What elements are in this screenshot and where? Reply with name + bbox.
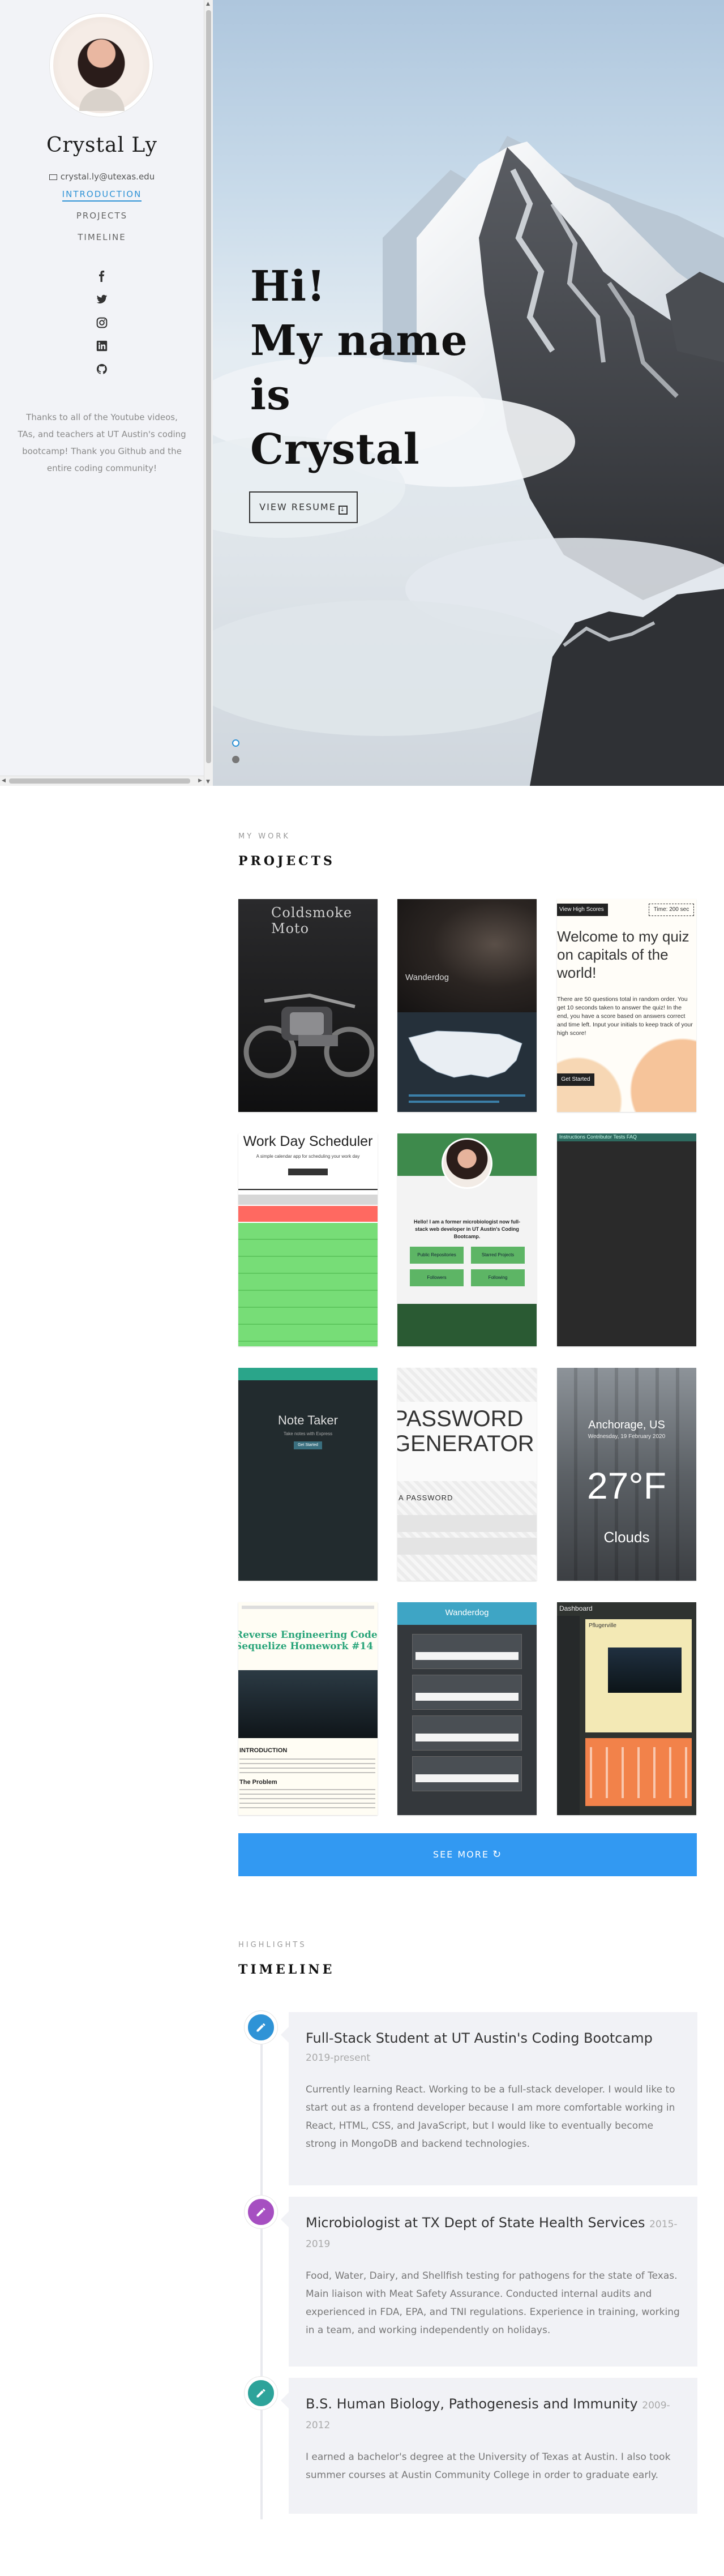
motorcycle-image [243, 993, 374, 1079]
us-map-image [408, 1030, 522, 1078]
thanks-text: Thanks to all of the Youtube videos, TAs… [18, 412, 186, 473]
project-card-wanderdog2[interactable]: Wanderdog [397, 1602, 537, 1815]
projects-title: PROJECTS [238, 854, 335, 868]
timeline-entry-title: Microbiologist at TX Dept of State Healt… [306, 2215, 678, 2250]
project-title: Work Day Scheduler [243, 1133, 373, 1149]
twitter-icon[interactable] [95, 294, 109, 307]
email-text: crystal.ly@utexas.edu [60, 172, 155, 182]
stat-box: Public Repositories [410, 1247, 464, 1264]
pencil-icon [245, 2196, 277, 2228]
nav-introduction[interactable]: INTRODUCTION [0, 189, 204, 202]
project-card-coldsmoke[interactable]: Coldsmoke Moto [238, 899, 378, 1112]
timeline-kicker: HIGHLIGHTS [238, 1941, 307, 1949]
timeline-entry-body: I earned a bachelor's degree at the Univ… [306, 2451, 671, 2481]
sidebar: Crystal Ly crystal.ly@utexas.edu INTRODU… [0, 0, 204, 786]
instagram-icon[interactable] [95, 317, 109, 331]
see-more-button[interactable]: SEE MORE ↻ [238, 1833, 697, 1876]
timeline-entry-body: Food, Water, Dairy, and Shellfish testin… [306, 2270, 680, 2336]
dark-tabs: Instructions Contributor Tests FAQ [559, 1134, 637, 1140]
project-card-profile[interactable]: Hello! I am a former microbiologist now … [397, 1133, 537, 1346]
project-subtitle: Take notes with Express [283, 1431, 333, 1436]
timeline-title: TIMELINE [238, 1962, 335, 1977]
weather-desc: Clouds [603, 1529, 650, 1546]
project-card-weather[interactable]: Anchorage, US Wednesday, 19 February 202… [557, 1368, 696, 1581]
social-links [0, 271, 204, 387]
linkedin-icon[interactable] [95, 340, 109, 354]
horizontal-scrollbar[interactable]: ◀ ▶ [0, 776, 204, 786]
scroll-right-icon[interactable]: ▶ [198, 778, 202, 784]
scroll-down-icon[interactable]: ▼ [206, 779, 212, 785]
project-title: PASSWORD GENERATOR [397, 1406, 534, 1456]
nav-projects[interactable]: PROJECTS [0, 211, 204, 221]
project-card-notetaker[interactable]: Note Taker Take notes with Express Get S… [238, 1368, 378, 1581]
project-card-dashboard[interactable]: Dashboard Pflugerville [557, 1602, 696, 1815]
slide-dot-1[interactable] [232, 739, 239, 747]
timeline-line [260, 2027, 263, 2519]
quiz-heading: Welcome to my quiz on capitals of the wo… [557, 928, 689, 981]
stat-box: Following [471, 1269, 525, 1286]
weather-city: Anchorage, US [588, 1419, 665, 1431]
envelope-icon [49, 174, 57, 180]
quiz-timer: Time: 200 sec [649, 904, 694, 916]
readme-problem: The Problem [239, 1779, 277, 1786]
project-card-password[interactable]: PASSWORD GENERATOR A PASSWORD [397, 1368, 537, 1581]
facebook-icon[interactable] [95, 271, 109, 284]
slide-indicators [232, 739, 239, 772]
avatar [50, 14, 153, 117]
timeline-card: B.S. Human Biology, Pathogenesis and Imm… [281, 2378, 697, 2514]
github-icon[interactable] [95, 363, 109, 377]
weather-date: Wednesday, 19 February 2020 [588, 1434, 666, 1440]
project-card-dark[interactable]: Instructions Contributor Tests FAQ [557, 1133, 696, 1346]
get-started-button: Get Started [557, 1073, 594, 1086]
get-started-button: Get Started [294, 1441, 322, 1449]
project-title: Wanderdog [405, 973, 449, 982]
project-card-quiz[interactable]: View High Scores Time: 200 sec Welcome t… [557, 899, 696, 1112]
scroll-left-icon[interactable]: ◀ [2, 778, 6, 784]
dashboard-city: Pflugerville [589, 1623, 616, 1629]
timeline-card: Microbiologist at TX Dept of State Healt… [281, 2197, 697, 2367]
vertical-scrollbar[interactable]: ▲ ▼ [204, 0, 213, 786]
timeline-date: 2019-present [306, 2052, 371, 2064]
download-icon: ↓ [338, 506, 348, 515]
quiz-body: There are 50 questions total in random o… [557, 996, 693, 1037]
readme-heading: Reverse Engineering Code Sequelize Homew… [238, 1629, 378, 1652]
project-subtitle: A PASSWORD [399, 1494, 453, 1502]
email-row[interactable]: crystal.ly@utexas.edu [0, 172, 204, 182]
project-card-wanderdog[interactable]: Wanderdog [397, 899, 537, 1112]
projects-kicker: MY WORK [238, 832, 290, 841]
view-high-scores-link: View High Scores [557, 904, 608, 916]
hscroll-thumb[interactable] [9, 778, 190, 784]
timeline-entry-body: Currently learning React. Working to be … [306, 2084, 675, 2150]
timeline-entry-title: B.S. Human Biology, Pathogenesis and Imm… [306, 2396, 670, 2431]
timeline-entry-title: Full-Stack Student at UT Austin's Coding… [306, 2030, 653, 2064]
scroll-thumb[interactable] [206, 10, 211, 763]
hero-greeting: Hi! My name is Crystal [250, 262, 468, 474]
project-title: Wanderdog [445, 1608, 489, 1618]
profile-name: Crystal Ly [46, 134, 158, 157]
scroll-up-icon[interactable]: ▲ [206, 1, 212, 7]
stat-box: Starred Projects [471, 1247, 525, 1264]
nav-timeline[interactable]: TIMELINE [0, 232, 204, 242]
sidebar-nav: INTRODUCTION PROJECTS TIMELINE [0, 189, 204, 254]
timeline-card: Full-Stack Student at UT Austin's Coding… [281, 2012, 697, 2185]
project-card-scheduler[interactable]: Work Day Scheduler A simple calendar app… [238, 1133, 378, 1346]
project-title: Note Taker [278, 1413, 338, 1427]
pencil-icon [245, 2377, 277, 2410]
project-title: Dashboard [559, 1604, 593, 1612]
weather-temp: 27°F [586, 1465, 667, 1507]
profile-heading: Hello! I am a former microbiologist now … [413, 1219, 520, 1239]
project-card-readme[interactable]: Reverse Engineering Code Sequelize Homew… [238, 1602, 378, 1815]
view-resume-button[interactable]: VIEW RESUME ↓ [249, 491, 358, 523]
slide-dot-2[interactable] [232, 756, 239, 763]
refresh-icon: ↻ [492, 1848, 503, 1860]
project-subtitle: A simple calendar app for scheduling you… [256, 1154, 360, 1159]
stat-box: Followers [410, 1269, 464, 1286]
hero-section: Hi! My name is Crystal VIEW RESUME ↓ [213, 0, 724, 786]
pencil-icon [245, 2011, 277, 2044]
project-title: Coldsmoke Moto [271, 905, 353, 936]
readme-intro: INTRODUCTION [239, 1747, 288, 1754]
